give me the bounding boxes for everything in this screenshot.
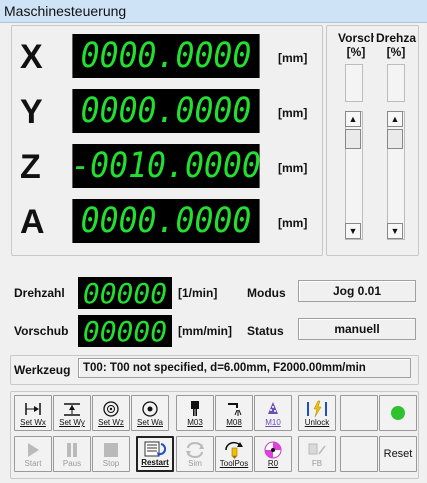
feed-override-unit: [%]	[346, 45, 366, 59]
speed-override-scrollbar[interactable]: ▲ ▼	[387, 111, 405, 240]
set-wy-label: Set Wy	[59, 418, 85, 427]
m08-button[interactable]: M08	[215, 395, 253, 431]
speed-override-heading: Drehza [%]	[374, 31, 418, 59]
set-x-icon	[21, 400, 45, 418]
set-wx-button[interactable]: Set Wx	[14, 395, 52, 431]
axis-unit-z: [mm]	[278, 161, 308, 175]
speed-override-unit: [%]	[386, 45, 406, 59]
mist-icon	[261, 400, 285, 418]
feedrate-label: Vorschub	[14, 324, 69, 338]
m10-label: M10	[265, 418, 281, 427]
feed-override-heading: Vorsch [%]	[338, 31, 374, 59]
fb-icon	[305, 441, 329, 459]
play-icon	[21, 441, 45, 459]
feed-scroll-up-button[interactable]: ▲	[345, 111, 361, 127]
pause-button[interactable]: Paus	[53, 436, 91, 472]
axis-unit-x: [mm]	[278, 51, 308, 65]
blank-button-2[interactable]	[340, 436, 378, 472]
r0-label: R0	[267, 459, 279, 468]
axis-value-z: -0010.0000	[71, 144, 261, 188]
speed-override-label: Drehza	[375, 31, 416, 45]
sim-button[interactable]: Sim	[176, 436, 214, 472]
sim-label: Sim	[188, 459, 202, 468]
set-y-icon	[60, 400, 84, 418]
axis-letter-x: X	[20, 38, 43, 76]
axis-value-a: 0000.0000	[72, 199, 260, 243]
speed-override-indicator	[387, 64, 405, 102]
axis-value-y: 0000.0000	[72, 89, 260, 133]
pause-icon	[60, 441, 84, 459]
blank-button-1[interactable]	[340, 395, 378, 431]
spindle-label: Drehzahl	[14, 286, 65, 300]
status-field: manuell	[298, 318, 416, 340]
status-indicator-button	[379, 395, 417, 431]
restart-label: Restart	[141, 458, 169, 467]
set-wa-label: Set Wa	[137, 418, 163, 427]
feed-override-indicator	[345, 64, 363, 102]
m03-button[interactable]: M03	[176, 395, 214, 431]
set-wa-button[interactable]: Set Wa	[131, 395, 169, 431]
spindle-unit: [1/min]	[178, 286, 218, 300]
set-z-icon	[99, 400, 123, 418]
feed-override-label: Vorsch	[338, 31, 374, 45]
stop-icon	[99, 441, 123, 459]
unlock-label: Unlock	[304, 418, 330, 427]
toolpos-button[interactable]: ToolPos	[215, 436, 253, 472]
m10-button[interactable]: M10	[254, 395, 292, 431]
feed-override-scrollbar[interactable]: ▲ ▼	[345, 111, 363, 240]
set-wx-label: Set Wx	[20, 418, 46, 427]
status-label: Status	[247, 324, 284, 338]
coolant-icon	[222, 400, 246, 418]
speed-scroll-down-button[interactable]: ▼	[387, 223, 403, 239]
spindle-icon	[183, 400, 207, 418]
set-wy-button[interactable]: Set Wy	[53, 395, 91, 431]
unlock-icon	[305, 400, 329, 418]
feed-scroll-down-button[interactable]: ▼	[345, 223, 361, 239]
toolpos-icon	[222, 441, 246, 459]
r0-button[interactable]: R0	[254, 436, 292, 472]
start-label: Start	[24, 459, 42, 468]
sim-icon	[183, 441, 207, 459]
axis-value-x: 0000.0000	[72, 34, 260, 78]
speed-scroll-thumb[interactable]	[387, 129, 403, 149]
set-a-icon	[138, 400, 162, 418]
feedrate-value: 00000	[78, 315, 172, 348]
unlock-button[interactable]: Unlock	[298, 395, 336, 431]
reset-button[interactable]: Reset	[379, 436, 417, 472]
feedrate-unit: [mm/min]	[178, 324, 232, 338]
axis-unit-a: [mm]	[278, 216, 308, 230]
spindle-value: 00000	[78, 277, 172, 310]
mode-field: Jog 0.01	[298, 280, 416, 302]
tool-label: Werkzeug	[14, 363, 71, 377]
status-indicator-light	[391, 406, 405, 420]
set-wz-label: Set Wz	[98, 418, 124, 427]
stop-label: Stop	[102, 459, 120, 468]
speed-scroll-up-button[interactable]: ▲	[387, 111, 403, 127]
pause-label: Paus	[62, 459, 82, 468]
axis-letter-y: Y	[20, 93, 43, 131]
axis-letter-z: Z	[20, 148, 41, 186]
reference-icon	[261, 441, 285, 459]
start-button[interactable]: Start	[14, 436, 52, 472]
axis-unit-y: [mm]	[278, 106, 308, 120]
restart-icon	[143, 440, 167, 458]
stop-button[interactable]: Stop	[92, 436, 130, 472]
title-bar: Maschinesteuerung	[0, 0, 427, 23]
mode-label: Modus	[247, 286, 286, 300]
feed-scroll-thumb[interactable]	[345, 129, 361, 149]
fb-label: FB	[311, 459, 323, 468]
fb-button[interactable]: FB	[298, 436, 336, 472]
override-group	[326, 25, 419, 256]
axis-letter-a: A	[20, 203, 45, 241]
set-wz-button[interactable]: Set Wz	[92, 395, 130, 431]
restart-button[interactable]: Restart	[136, 436, 174, 472]
m08-label: M08	[226, 418, 242, 427]
tool-field: T00: T00 not specified, d=6.00mm, F2000.…	[78, 358, 411, 378]
reset-label: Reset	[383, 448, 413, 460]
m03-label: M03	[187, 418, 203, 427]
window-title: Maschinesteuerung	[4, 3, 127, 19]
toolpos-label: ToolPos	[219, 459, 249, 468]
